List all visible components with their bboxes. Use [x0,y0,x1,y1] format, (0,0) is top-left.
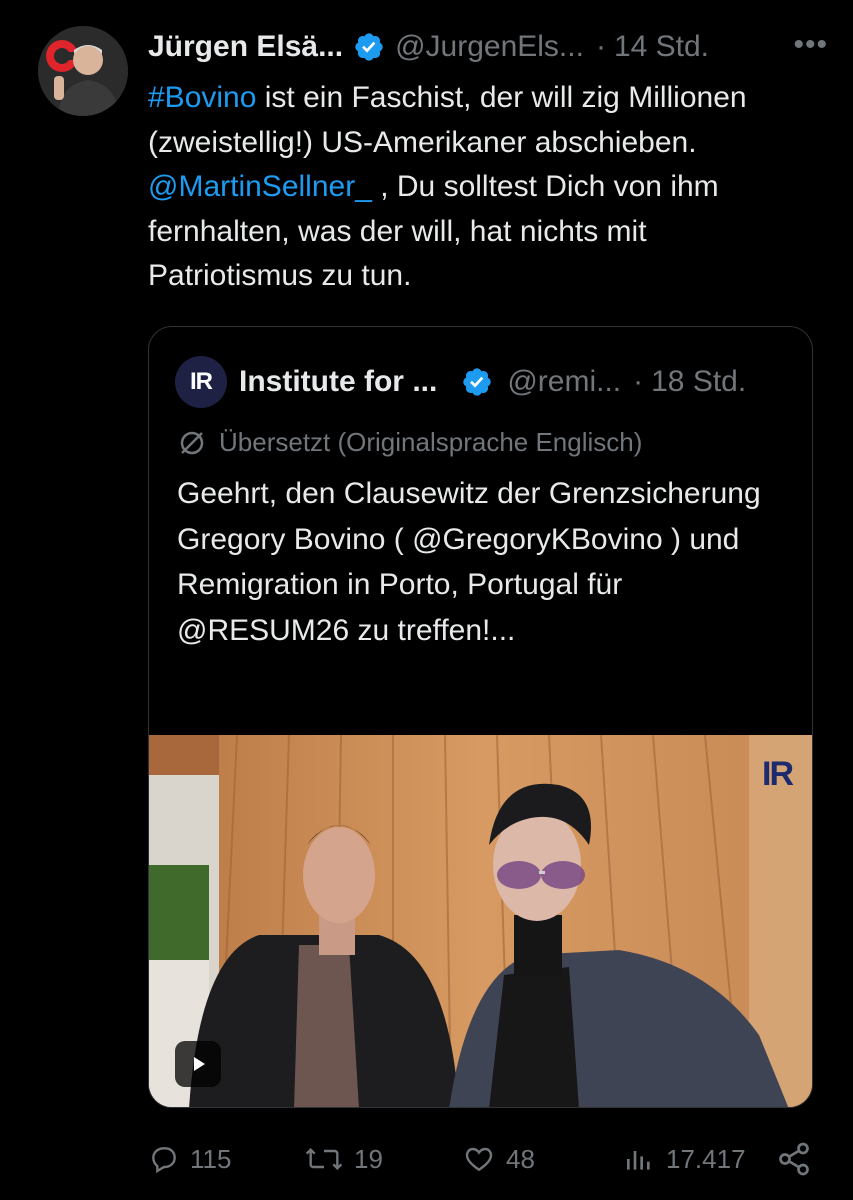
quoted-author-avatar[interactable]: IR [175,356,227,408]
views-count: 17.417 [666,1143,746,1174]
views-button[interactable]: 17.417 [622,1136,746,1182]
avatar-image [38,26,128,116]
verified-badge-icon [355,33,383,61]
play-icon [194,1057,205,1071]
tweet-text: #Bovino ist ein Faschist, der will zig M… [148,76,798,299]
author-handle[interactable]: @JurgenEls... [395,30,584,64]
action-bar: 115 19 48 17.417 [148,1136,818,1186]
video-frame-image [149,735,812,1107]
reply-icon [152,1147,176,1174]
translation-label: Übersetzt (Originalsprache Englisch) [219,427,643,457]
tweet-timestamp[interactable]: 14 Std. [614,30,709,64]
translate-icon [180,431,204,454]
share-icon [779,1142,809,1176]
heart-icon [465,1147,493,1172]
video-thumbnail[interactable]: IR [149,735,812,1107]
quoted-tweet-timestamp[interactable]: 18 Std. [651,365,746,399]
tweet-page: Jürgen Elsä... @JurgenEls... · 14 Std. •… [0,0,853,1200]
author-name[interactable]: Jürgen Elsä... [148,30,343,64]
separator-dot: · [633,365,644,398]
more-options-button[interactable]: ••• [793,28,828,62]
like-count: 48 [506,1143,535,1174]
repost-count: 19 [354,1143,383,1174]
verified-badge-icon [463,368,491,396]
share-button[interactable] [776,1136,822,1182]
mention-link[interactable]: @MartinSellner_ [148,170,372,203]
quoted-tweet-card[interactable]: IR Institute for ... @remi... · 18 Std. … [148,326,813,1108]
quoted-author-handle[interactable]: @remi... [507,365,621,399]
play-button[interactable] [175,1041,221,1087]
like-button[interactable]: 48 [462,1136,535,1182]
views-chart-icon [627,1151,650,1170]
repost-icon [305,1147,343,1171]
repost-button[interactable]: 19 [304,1136,383,1182]
author-avatar[interactable] [38,26,128,116]
quoted-tweet-text: Geehrt, den Clausewitz der Grenzsicherun… [177,477,761,647]
separator-dot: · [595,30,606,63]
quoted-tweet-header: IR Institute for ... @remi... · 18 Std. [175,356,795,408]
ir-watermark-logo: IR [762,755,794,793]
reply-count: 115 [190,1143,232,1174]
tweet-header: Jürgen Elsä... @JurgenEls... · 14 Std. •… [148,26,828,68]
quoted-author-name[interactable]: Institute for ... [239,365,437,399]
hashtag-link[interactable]: #Bovino [148,81,256,114]
reply-button[interactable]: 115 [148,1136,231,1182]
translation-notice[interactable]: Übersetzt (Originalsprache Englisch) [177,427,642,458]
